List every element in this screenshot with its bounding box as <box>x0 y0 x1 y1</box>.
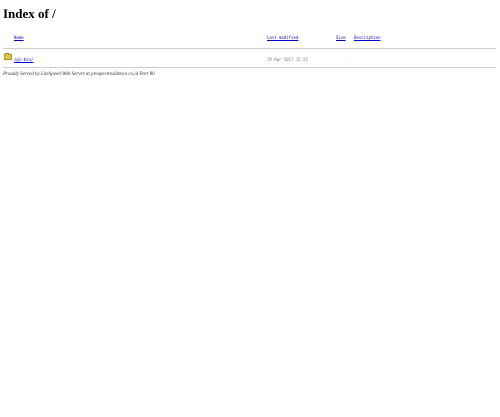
footer-divider <box>3 67 496 68</box>
sort-by-name-link[interactable]: Name <box>14 35 24 40</box>
sort-by-last-modified-link[interactable]: Last modified <box>267 35 298 40</box>
header-divider <box>3 48 496 49</box>
folder-icon <box>4 53 12 60</box>
row-size: - <box>345 57 348 62</box>
server-signature: Proudly Served by LiteSpeed Web Server a… <box>3 72 155 77</box>
row-name-link[interactable]: cgi-bin/ <box>14 57 33 62</box>
sort-by-size-link[interactable]: Size <box>336 35 346 40</box>
page-title: Index of / <box>3 6 56 21</box>
row-last-modified: 19-Apr-2017 15:22 <box>267 57 308 62</box>
sort-by-description-link[interactable]: Description <box>354 35 381 40</box>
